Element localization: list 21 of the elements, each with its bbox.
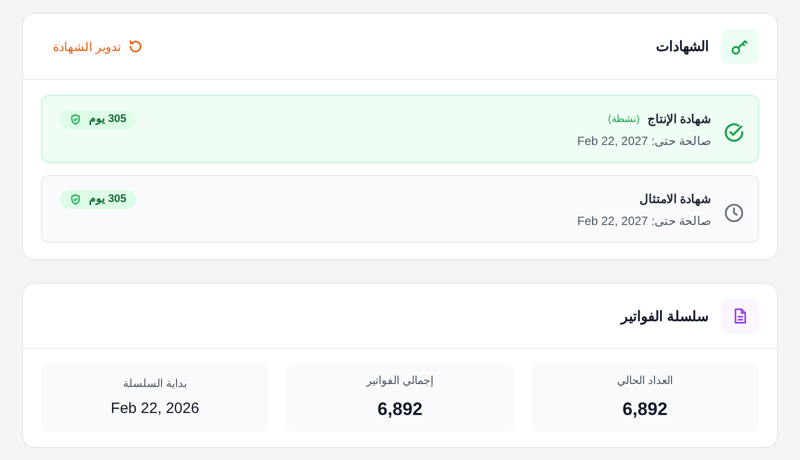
stat-value: Feb 22, 2026	[110, 399, 200, 419]
status-label: (نشطة)	[608, 112, 640, 126]
card-title: سلسلة الفواتير	[621, 306, 709, 326]
rotate-certificate-button[interactable]: تدوير الشهادة	[53, 38, 144, 56]
stat-label: بداية السلسلة	[122, 376, 188, 392]
document-icon	[721, 298, 759, 334]
certificate-name: شهادة الامتثال	[640, 191, 711, 208]
certificate-name: شهادة الإنتاج	[648, 111, 711, 128]
days-badge: 305 يوم	[60, 190, 136, 209]
stat-value: 6,892	[377, 398, 423, 421]
stat-label: إجمالي الفواتير	[366, 374, 434, 390]
valid-until-text: صالحة حتى: Feb 22, 2027	[577, 133, 711, 150]
stat-label: العداد الحالي	[616, 374, 674, 390]
valid-until-text: صالحة حتى: Feb 22, 2027	[577, 213, 711, 230]
days-badge: 305 يوم	[60, 110, 136, 129]
rotate-icon	[128, 39, 144, 54]
stat-value: 6,892	[622, 398, 668, 421]
card-title: الشهادات	[656, 37, 709, 57]
key-icon	[721, 29, 759, 64]
clock-icon	[723, 202, 745, 224]
check-circle-icon	[723, 122, 745, 144]
